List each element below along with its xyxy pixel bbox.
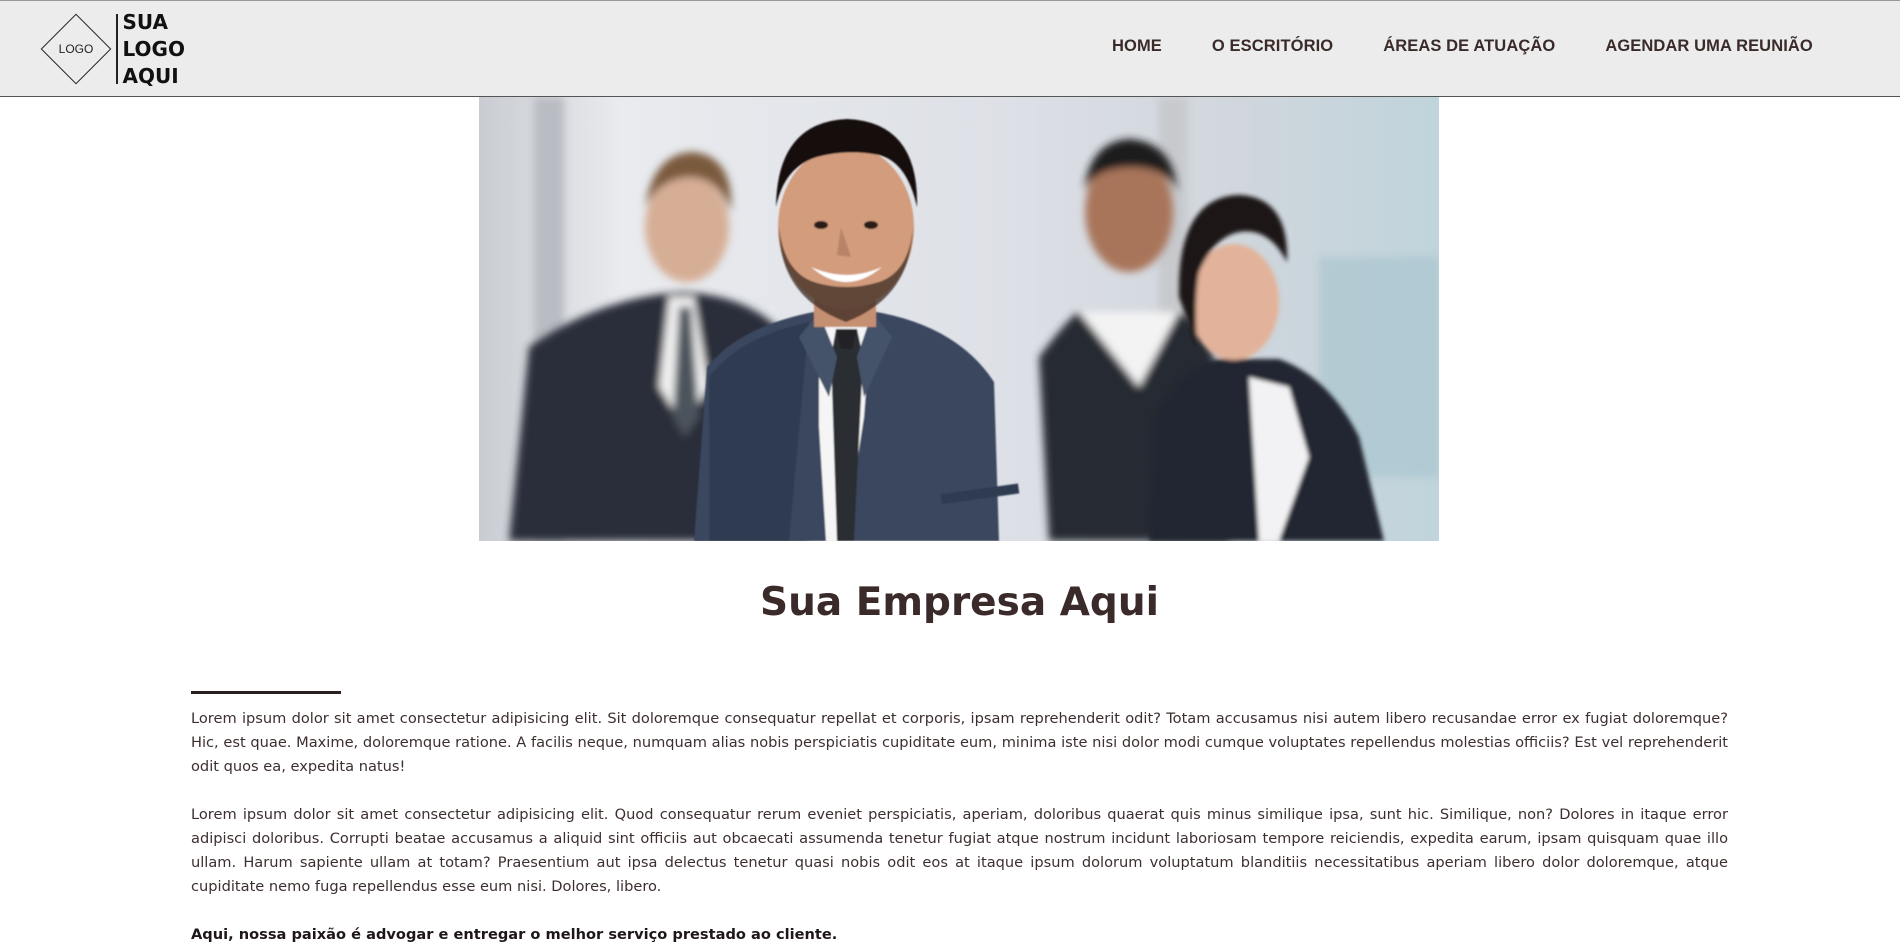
page-title: Sua Empresa Aqui: [760, 580, 1159, 625]
nav-areas-de-atuacao[interactable]: ÁREAS DE ATUAÇÃO: [1383, 37, 1555, 56]
logo-icon-text: LOGO: [58, 42, 94, 56]
logo-diamond-icon: LOGO: [40, 13, 112, 85]
nav-agendar-reuniao[interactable]: AGENDAR UMA REUNIÃO: [1605, 37, 1813, 56]
logo-text: SUA LOGO AQUI: [122, 9, 185, 88]
main-content: Lorem ipsum dolor sit amet consectetur a…: [191, 707, 1728, 947]
nav-home[interactable]: HOME: [1112, 37, 1162, 56]
hero-image: [479, 97, 1439, 541]
section-divider: [191, 691, 341, 694]
team-photo-icon: [479, 97, 1439, 541]
logo-separator: [116, 14, 118, 84]
main-nav: HOME O ESCRITÓRIO ÁREAS DE ATUAÇÃO AGEND…: [1112, 37, 1813, 56]
site-header: LOGO SUA LOGO AQUI HOME O ESCRITÓRIO ÁRE…: [0, 0, 1900, 97]
logo[interactable]: LOGO SUA LOGO AQUI: [40, 9, 233, 88]
nav-o-escritorio[interactable]: O ESCRITÓRIO: [1212, 37, 1333, 56]
intro-paragraph: Lorem ipsum dolor sit amet consectetur a…: [191, 710, 1728, 775]
second-paragraph: Lorem ipsum dolor sit amet consectetur a…: [191, 806, 1728, 895]
mission-statement: Aqui, nossa paixão é advogar e entregar …: [191, 926, 838, 943]
